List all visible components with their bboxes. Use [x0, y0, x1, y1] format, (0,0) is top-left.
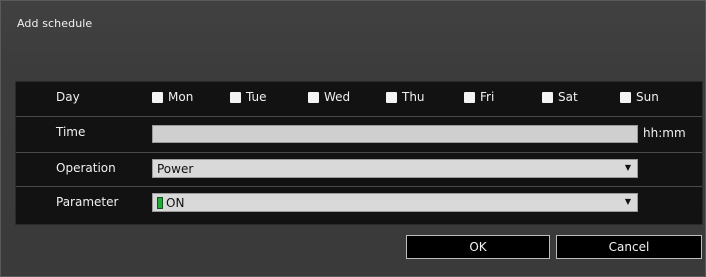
day-checkbox-mon[interactable]: Mon	[152, 90, 193, 104]
day-checkbox-sat[interactable]: Sat	[542, 90, 578, 104]
time-label: Time	[56, 125, 86, 139]
day-option-label: Tue	[246, 90, 267, 104]
checkbox-icon[interactable]	[620, 91, 631, 103]
time-row: Time hh:mm	[16, 116, 702, 147]
dialog-title: Add schedule	[17, 17, 93, 30]
parameter-row: Parameter ON ▼	[16, 186, 702, 217]
add-schedule-dialog: Add schedule Day Mon Tue Wed Thu Fri Sat…	[0, 0, 706, 277]
cancel-button[interactable]: Cancel	[556, 235, 702, 259]
parameter-value-wrap: ON	[157, 196, 184, 210]
checkbox-icon[interactable]	[152, 91, 163, 103]
day-option-label: Fri	[480, 90, 495, 104]
day-checkbox-tue[interactable]: Tue	[230, 90, 267, 104]
day-option-label: Wed	[324, 90, 351, 104]
day-checkbox-wed[interactable]: Wed	[308, 90, 350, 104]
time-format-hint: hh:mm	[643, 126, 686, 140]
day-checkbox-sun[interactable]: Sun	[620, 90, 659, 104]
parameter-select[interactable]: ON ▼	[152, 193, 638, 212]
day-checkbox-fri[interactable]: Fri	[464, 90, 494, 104]
day-option-label: Sun	[636, 90, 659, 104]
day-option-label: Thu	[402, 90, 425, 104]
chevron-down-icon[interactable]: ▼	[625, 163, 631, 172]
checkbox-icon[interactable]	[464, 91, 475, 103]
time-input[interactable]	[152, 125, 638, 143]
operation-select[interactable]: Power ▼	[152, 159, 638, 178]
chevron-down-icon[interactable]: ▼	[625, 197, 631, 206]
status-led-icon	[157, 197, 163, 209]
checkbox-icon[interactable]	[308, 91, 319, 103]
ok-button[interactable]: OK	[406, 235, 550, 259]
day-option-label: Sat	[558, 90, 578, 104]
operation-value: Power	[157, 162, 194, 176]
operation-label: Operation	[56, 161, 116, 175]
day-row: Day Mon Tue Wed Thu Fri Sat Sun	[16, 82, 702, 113]
day-checkbox-thu[interactable]: Thu	[386, 90, 425, 104]
checkbox-icon[interactable]	[230, 91, 241, 103]
day-label: Day	[56, 90, 80, 104]
parameter-value: ON	[166, 196, 185, 210]
checkbox-icon[interactable]	[386, 91, 397, 103]
checkbox-icon[interactable]	[542, 91, 553, 103]
day-option-label: Mon	[168, 90, 194, 104]
schedule-form: Day Mon Tue Wed Thu Fri Sat Sun Time hh:…	[15, 81, 703, 225]
parameter-label: Parameter	[56, 195, 119, 209]
operation-row: Operation Power ▼	[16, 152, 702, 183]
